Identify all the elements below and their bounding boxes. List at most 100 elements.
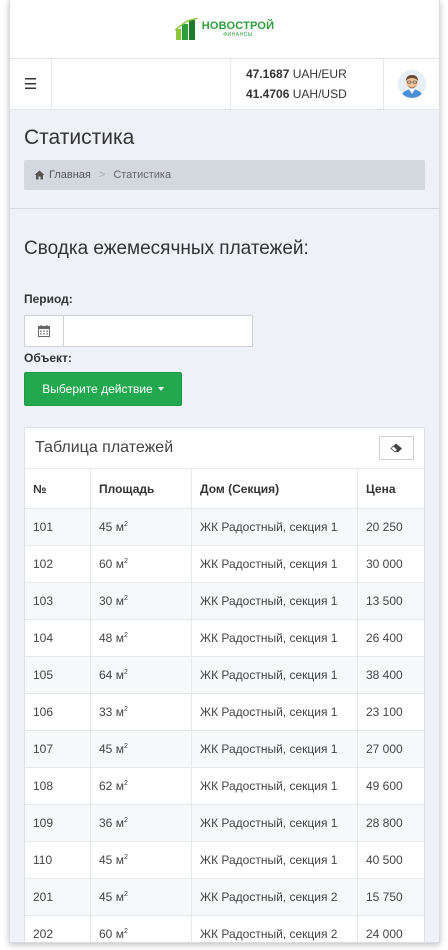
user-avatar-icon — [397, 70, 426, 98]
cell-number: 102 — [25, 545, 91, 583]
cell-area: 45 м2 — [90, 508, 192, 546]
payments-panel-header: Таблица платежей — [25, 428, 424, 469]
cell-house: ЖК Радостный, секция 2 — [191, 915, 358, 942]
top-navbar: ☰ 47.1687 UAH/EUR 41.4706 UAH/USD — [10, 59, 439, 110]
table-row[interactable]: 101 45 м2 ЖК Радостный, секция 1 20 250 — [25, 508, 424, 546]
cell-price: 30 000 — [357, 545, 424, 583]
cell-number: 108 — [25, 767, 91, 805]
cell-area: 62 м2 — [90, 767, 192, 805]
payments-table: № Площадь Дом (Секция) Цена 101 45 м2 ЖК Р… — [25, 469, 424, 942]
cell-price: 15 750 — [357, 878, 424, 916]
area-unit: м — [115, 668, 124, 682]
cell-number: 110 — [25, 841, 91, 879]
select-action-button[interactable]: Выберите действие — [24, 372, 182, 406]
table-row[interactable]: 108 62 м2 ЖК Радостный, секция 1 49 600 — [25, 767, 424, 805]
area-value: 33 — [99, 705, 113, 719]
area-exponent: 2 — [123, 669, 128, 676]
cell-area: 45 м2 — [90, 730, 192, 768]
cell-area: 33 м2 — [90, 693, 192, 731]
area-unit: м — [115, 631, 124, 645]
area-unit: м — [115, 927, 124, 941]
table-row[interactable]: 103 30 м2 ЖК Радостный, секция 1 13 500 — [25, 582, 424, 620]
period-input[interactable] — [63, 315, 253, 347]
table-row[interactable]: 110 45 м2 ЖК Радостный, секция 1 40 500 — [25, 841, 424, 879]
col-header-price[interactable]: Цена — [357, 469, 424, 509]
breadcrumb-separator: > — [98, 169, 106, 181]
area-exponent: 2 — [123, 558, 128, 565]
area-value: 48 — [99, 631, 113, 645]
cell-price: 40 500 — [357, 841, 424, 879]
cell-house: ЖК Радостный, секция 1 — [191, 841, 358, 879]
cell-area: 45 м2 — [90, 841, 192, 879]
brand-logo[interactable]: НОВОСТРОЙ ФИНАНСЫ — [174, 18, 275, 40]
cell-price: 23 100 — [357, 693, 424, 731]
cell-number: 107 — [25, 730, 91, 768]
breadcrumb-home-label[interactable]: Главная — [49, 169, 91, 181]
cell-price: 24 000 — [357, 915, 424, 942]
payments-panel-title: Таблица платежей — [35, 439, 174, 456]
area-exponent: 2 — [123, 706, 128, 713]
brand-subtitle: ФИНАНСЫ — [223, 31, 253, 38]
table-row[interactable]: 109 36 м2 ЖК Радостный, секция 1 28 800 — [25, 804, 424, 842]
calendar-button[interactable] — [24, 315, 63, 347]
cell-price: 27 000 — [357, 730, 424, 768]
payments-table-body: 101 45 м2 ЖК Радостный, секция 1 20 250 102 6… — [25, 508, 424, 942]
area-value: 64 — [99, 668, 113, 682]
area-unit: м — [115, 816, 124, 830]
logo-bar: НОВОСТРОЙ ФИНАНСЫ — [10, 0, 439, 59]
avatar[interactable] — [397, 70, 426, 98]
area-unit: м — [115, 557, 124, 571]
area-value: 36 — [99, 816, 113, 830]
cell-area: 48 м2 — [90, 619, 192, 657]
cell-house: ЖК Радостный, секция 1 — [191, 508, 358, 546]
table-row[interactable]: 106 33 м2 ЖК Радостный, секция 1 23 100 — [25, 693, 424, 731]
col-header-house[interactable]: Дом (Секция) — [191, 469, 358, 509]
area-unit: м — [115, 594, 124, 608]
area-unit: м — [115, 705, 124, 719]
area-unit: м — [115, 779, 124, 793]
cell-area: 36 м2 — [90, 804, 192, 842]
cell-area: 64 м2 — [90, 656, 192, 694]
cell-area: 45 м2 — [90, 878, 192, 916]
cell-number: 106 — [25, 693, 91, 731]
clear-filter-button[interactable] — [379, 436, 414, 460]
area-exponent: 2 — [123, 743, 128, 750]
area-exponent: 2 — [123, 780, 128, 787]
buildings-icon — [174, 18, 198, 40]
cell-house: ЖК Радостный, секция 1 — [191, 619, 358, 657]
area-exponent: 2 — [123, 928, 128, 935]
breadcrumb-home[interactable]: Главная — [34, 169, 91, 181]
col-header-area[interactable]: Площадь — [90, 469, 192, 509]
page-title: Статистика — [24, 126, 135, 149]
rate-usd: 41.4706 UAH/USD — [246, 87, 347, 101]
menu-toggle-button[interactable]: ☰ — [10, 59, 52, 109]
cell-area: 60 м2 — [90, 545, 192, 583]
cell-price: 20 250 — [357, 508, 424, 546]
area-unit: м — [115, 520, 124, 534]
cell-number: 104 — [25, 619, 91, 657]
area-value: 62 — [99, 779, 113, 793]
table-row[interactable]: 107 45 м2 ЖК Радостный, секция 1 27 000 — [25, 730, 424, 768]
object-label: Объект: — [24, 351, 72, 365]
table-row[interactable]: 201 45 м2 ЖК Радостный, секция 2 15 750 — [25, 878, 424, 916]
table-row[interactable]: 102 60 м2 ЖК Радостный, секция 1 30 000 — [25, 545, 424, 583]
table-row[interactable]: 105 64 м2 ЖК Радостный, секция 1 38 400 — [25, 656, 424, 694]
area-exponent: 2 — [123, 854, 128, 861]
area-unit: м — [115, 742, 124, 756]
summary-title: Сводка ежемесячных платежей: — [24, 238, 309, 259]
cell-house: ЖК Радостный, секция 2 — [191, 878, 358, 916]
col-header-number[interactable]: № — [25, 469, 91, 509]
cell-house: ЖК Радостный, секция 1 — [191, 693, 358, 731]
home-icon — [34, 170, 45, 180]
cell-number: 105 — [25, 656, 91, 694]
table-row[interactable]: 202 60 м2 ЖК Радостный, секция 2 24 000 — [25, 915, 424, 942]
cell-price: 13 500 — [357, 582, 424, 620]
area-unit: м — [115, 853, 124, 867]
table-row[interactable]: 104 48 м2 ЖК Радостный, секция 1 26 400 — [25, 619, 424, 657]
main-content: Сводка ежемесячных платежей: Период: Объ… — [10, 238, 439, 942]
calendar-icon — [38, 325, 50, 337]
cell-number: 101 — [25, 508, 91, 546]
cell-house: ЖК Радостный, секция 1 — [191, 656, 358, 694]
cell-number: 103 — [25, 582, 91, 620]
user-menu[interactable] — [383, 59, 439, 109]
